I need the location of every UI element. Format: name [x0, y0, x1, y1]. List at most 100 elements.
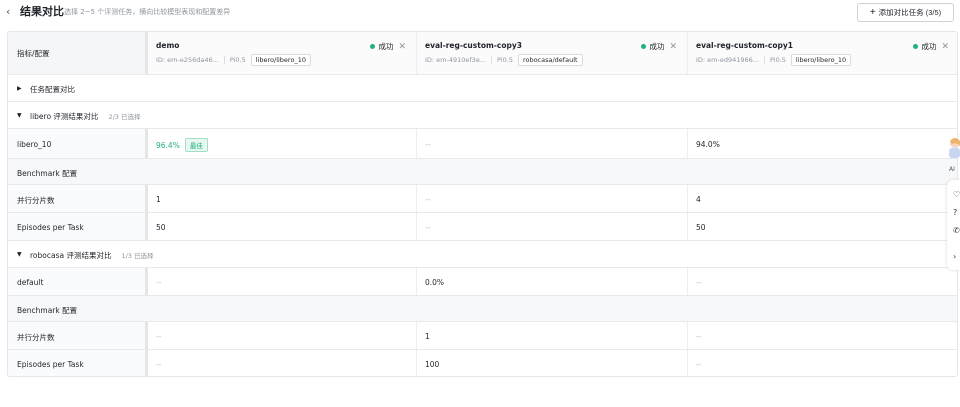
- value-cell: --: [145, 322, 416, 349]
- task-name: demo: [156, 41, 180, 50]
- value-cell: 94.0%: [687, 129, 957, 158]
- row-label: Episodes per Task: [17, 360, 84, 369]
- task-meta: ID: em-ed941966... Pi0.5 libero/libero_1…: [696, 54, 852, 66]
- row-label: libero_10: [17, 140, 52, 149]
- row-label: 并行分片数: [17, 196, 55, 205]
- section-title: robocasa 评测结果对比: [30, 251, 112, 260]
- caret-down-icon: ▼: [17, 112, 22, 119]
- task-name: eval-reg-custom-copy3: [425, 41, 522, 50]
- page-subtitle: 选择 2~5 个评测任务，横向比较模型表现和配置差异: [64, 8, 231, 16]
- section-task-config[interactable]: ▶ 任务配置对比: [8, 75, 957, 102]
- value-cell: 1: [416, 322, 687, 349]
- status-text: 成功: [378, 42, 394, 51]
- metric-value: --: [425, 140, 431, 149]
- section-title: 任务配置对比: [30, 85, 75, 94]
- task-dataset-tag: robocasa/default: [517, 54, 583, 66]
- config-value: 1: [156, 195, 161, 204]
- task-meta: ID: em-e256da46... Pi0.5 libero/libero_1…: [156, 54, 311, 66]
- value-cell: --: [416, 129, 687, 158]
- config-value: 100: [425, 360, 440, 369]
- row-label: 并行分片数: [17, 333, 55, 342]
- divider: [764, 56, 765, 64]
- table-row: Episodes per Task -- 100 --: [8, 350, 957, 376]
- best-badge: 最佳: [184, 138, 208, 152]
- status-text: 成功: [649, 42, 665, 51]
- value-cell: --: [416, 213, 687, 240]
- task-header-2: eval-reg-custom-copy3 成功 ✕ ID: em-4910ef…: [416, 32, 687, 74]
- value-cell: 100: [416, 350, 687, 376]
- heart-icon[interactable]: ♡: [953, 190, 960, 199]
- row-label: Benchmark 配置: [17, 169, 78, 178]
- task-model: Pi0.5: [770, 56, 786, 64]
- config-value: --: [696, 360, 702, 369]
- value-cell: --: [687, 268, 957, 295]
- task-dataset-tag: libero/libero_10: [250, 54, 311, 66]
- section-count: 1/3 已选择: [121, 252, 154, 260]
- row-label-cell: default: [8, 268, 145, 295]
- row-label-cell: libero_10: [8, 129, 145, 158]
- task-id: ID: em-4910ef3e...: [425, 56, 487, 64]
- metric-value: 0.0%: [425, 278, 445, 287]
- config-value: 1: [425, 332, 430, 341]
- config-value: --: [696, 332, 702, 341]
- value-cell: --: [416, 185, 687, 212]
- section-count: 2/3 已选择: [108, 113, 141, 121]
- divider: [223, 56, 225, 64]
- config-value: --: [156, 332, 162, 341]
- status-dot-icon: [370, 44, 376, 49]
- benchmark-config-row: Benchmark 配置: [8, 296, 957, 322]
- row-label: Benchmark 配置: [17, 306, 78, 315]
- row-label: default: [17, 278, 44, 287]
- config-value: --: [425, 223, 431, 232]
- section-libero[interactable]: ▼ libero 评测结果对比 2/3 已选择: [8, 102, 957, 129]
- task-dataset-tag: libero/libero_10: [790, 54, 852, 66]
- section-robocasa[interactable]: ▼ robocasa 评测结果对比 1/3 已选择: [8, 241, 957, 268]
- caret-right-icon: ▶: [17, 85, 22, 92]
- value-cell: 4: [687, 185, 957, 212]
- task-header-3: eval-reg-custom-copy1 成功 ✕ ID: em-ed9419…: [687, 32, 957, 74]
- row-label-cell: 并行分片数: [8, 322, 145, 349]
- task-model: Pi0.5: [497, 56, 513, 64]
- chevron-left-icon[interactable]: ‹: [6, 6, 10, 18]
- value-cell: --: [687, 322, 957, 349]
- metric-value: 96.4% 最佳: [156, 138, 208, 152]
- help-icon[interactable]: ?: [953, 208, 957, 217]
- task-id: ID: em-ed941966...: [696, 56, 759, 64]
- table-row: libero_10 96.4% 最佳 -- 94.0%: [8, 129, 957, 159]
- close-icon[interactable]: ✕: [669, 42, 677, 52]
- config-value: 50: [696, 223, 706, 232]
- table-row: 并行分片数 -- 1 --: [8, 322, 957, 350]
- chevron-right-icon[interactable]: ›: [953, 252, 956, 261]
- assistant-avatar-icon[interactable]: [945, 137, 960, 159]
- metric-value: --: [156, 278, 162, 287]
- assistant-label: AI: [949, 166, 955, 173]
- table-row: Episodes per Task 50 -- 50: [8, 213, 957, 241]
- close-icon[interactable]: ✕: [398, 42, 406, 52]
- phone-icon[interactable]: ✆: [953, 226, 960, 235]
- config-value: --: [425, 195, 431, 204]
- config-value: 4: [696, 195, 701, 204]
- value-cell: 96.4% 最佳: [145, 129, 416, 158]
- value-cell: 0.0%: [416, 268, 687, 295]
- page-title: 结果对比: [20, 5, 64, 18]
- status-dot-icon: [641, 44, 647, 49]
- corner-label: 指标/配置: [17, 49, 50, 58]
- row-label-cell: 并行分片数: [8, 185, 145, 212]
- caret-down-icon: ▼: [17, 251, 22, 258]
- metric-value: 94.0%: [696, 140, 720, 149]
- add-compare-task-button[interactable]: + 添加对比任务 (3/5): [857, 3, 954, 22]
- task-id: ID: em-e256da46...: [156, 56, 219, 64]
- task-header-1: demo 成功 ✕ ID: em-e256da46... Pi0.5 liber…: [145, 32, 416, 74]
- close-icon[interactable]: ✕: [941, 42, 949, 52]
- value-cell: 50: [145, 213, 416, 240]
- row-label-cell: Episodes per Task: [8, 213, 145, 240]
- value-cell: 50: [687, 213, 957, 240]
- section-title: libero 评测结果对比: [30, 112, 99, 121]
- task-model: Pi0.5: [229, 56, 246, 64]
- task-meta: ID: em-4910ef3e... Pi0.5 robocasa/defaul…: [425, 54, 583, 66]
- section-title-wrap: libero 评测结果对比 2/3 已选择: [30, 111, 140, 122]
- task-name: eval-reg-custom-copy1: [696, 41, 793, 50]
- status-text: 成功: [921, 42, 937, 51]
- plus-icon: +: [869, 6, 876, 18]
- table-row: default -- 0.0% --: [8, 268, 957, 296]
